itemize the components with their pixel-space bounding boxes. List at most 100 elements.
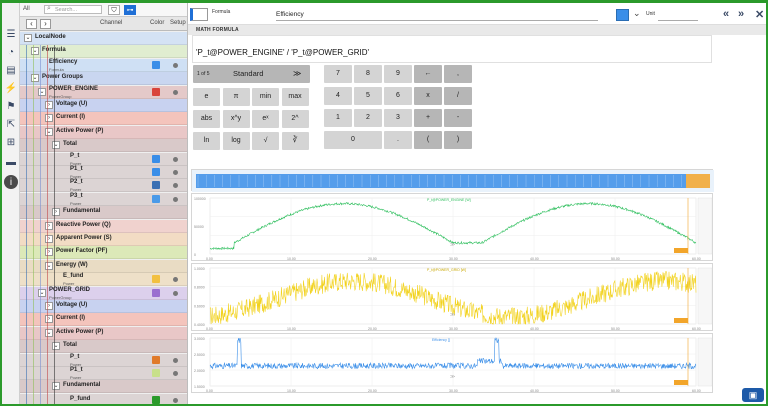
export-icon[interactable]: ⇱ (4, 117, 18, 131)
tree-row[interactable]: ⌄ Total (20, 340, 187, 354)
list-icon[interactable]: ☰ (4, 27, 18, 41)
chat-icon[interactable]: ▣ (742, 388, 764, 402)
setup-dot-icon[interactable] (173, 62, 178, 68)
tree-row[interactable]: P2_t Power (20, 179, 187, 193)
tree-row[interactable]: › Reactive Power (Q) (20, 219, 187, 233)
back-icon[interactable]: ‹ (26, 19, 37, 29)
tree-row[interactable]: ⌄ POWER_ENGINE PowerGroup (20, 85, 187, 99)
tree-row[interactable]: Efficiency Formula (20, 58, 187, 72)
keypad-key[interactable]: 7 (324, 65, 352, 83)
keypad-key[interactable]: 6 (384, 87, 412, 105)
keypad-mode-bar[interactable]: 1 of 5 Standard ≫ (193, 65, 310, 83)
collapse-left-icon[interactable]: « (723, 8, 729, 20)
filter-icon[interactable]: ⛉ (108, 5, 120, 15)
keypad-key[interactable]: ∛ (281, 132, 309, 150)
tree-row[interactable]: ⌄ Energy (W) (20, 259, 187, 273)
tree-row[interactable]: ⌄ Active Power (P) (20, 125, 187, 139)
keypad-key[interactable]: min (252, 88, 279, 106)
next-page-icon[interactable]: ≫ (293, 65, 301, 83)
keypad-key[interactable]: √ (252, 132, 279, 150)
setup-dot-icon[interactable] (173, 357, 178, 363)
channel-color-swatch[interactable] (152, 168, 160, 176)
info-icon[interactable]: i (4, 175, 18, 189)
keypad-key[interactable]: 2 (354, 109, 382, 127)
keypad-key[interactable]: max (281, 88, 309, 106)
setup-dot-icon[interactable] (173, 183, 178, 189)
channel-color-swatch[interactable] (152, 395, 160, 404)
setup-dot-icon[interactable] (173, 290, 178, 296)
expand-right-icon[interactable]: » (738, 8, 744, 20)
keypad-key[interactable]: 9 (384, 65, 412, 83)
flag-icon[interactable]: ⚑ (4, 99, 18, 113)
channel-color-swatch[interactable] (152, 181, 160, 190)
tree-row[interactable]: P3_t Power (20, 192, 187, 206)
tree-row[interactable]: ⌄ Fundamental (20, 380, 187, 394)
keypad-key[interactable]: 1 (324, 109, 352, 127)
all-filter[interactable]: All (23, 6, 30, 12)
channel-color-swatch[interactable] (152, 154, 160, 163)
tree-row[interactable]: P_t Power (20, 152, 187, 166)
formula-type-icon[interactable] (190, 8, 208, 21)
tree-row[interactable]: › Fundamental (20, 206, 187, 220)
gauge-icon[interactable]: ◔ (4, 45, 18, 59)
network-icon[interactable]: ⊞ (4, 135, 18, 149)
keypad-key[interactable]: x (414, 87, 442, 105)
tree-row[interactable]: › Current (I) (20, 112, 187, 126)
color-swatch[interactable] (616, 9, 629, 21)
forward-icon[interactable]: › (40, 19, 51, 29)
tree-row[interactable]: E_fund Power (20, 273, 187, 287)
chevron-down-icon[interactable]: ⌄ (24, 34, 32, 42)
keypad-key[interactable]: 4 (324, 87, 352, 105)
keypad-key[interactable]: - (444, 109, 472, 127)
chevron-down-icon[interactable]: ⌄ (633, 8, 641, 19)
tree-row[interactable]: › Apparent Power (S) (20, 233, 187, 246)
tree-row[interactable]: ⌄ Power Groups (20, 72, 187, 86)
tree-row[interactable]: › Voltage (U) (20, 99, 187, 112)
setup-dot-icon[interactable] (173, 277, 178, 283)
keypad-key[interactable]: 2^ (281, 110, 309, 128)
channel-color-swatch[interactable] (152, 87, 160, 96)
keypad-key[interactable]: 8 (354, 65, 382, 83)
tree-row[interactable]: › Voltage (U) (20, 300, 187, 313)
overview-strip[interactable] (191, 169, 714, 192)
tree-row[interactable]: P1_t Power (20, 166, 187, 179)
setup-dot-icon[interactable] (173, 371, 178, 376)
lightning-icon[interactable]: ⚡ (4, 81, 18, 95)
channel-color-swatch[interactable] (152, 194, 160, 203)
setup-dot-icon[interactable] (173, 397, 178, 403)
channel-color-swatch[interactable] (152, 275, 160, 284)
keypad-key[interactable]: ln (193, 132, 220, 150)
car-icon[interactable]: ▬ (4, 155, 18, 169)
keypad-key[interactable]: 3 (384, 109, 412, 127)
keypad-key[interactable]: x^y (222, 110, 250, 128)
tree-row[interactable]: P_fund (20, 393, 187, 404)
search-input[interactable]: Search... (44, 5, 102, 14)
setup-dot-icon[interactable] (173, 170, 178, 175)
name-field[interactable]: Efficiency (276, 10, 598, 21)
tree-row[interactable]: ⌄ Active Power (P) (20, 326, 187, 340)
chart-efficiency[interactable]: 3.0000 2.5000 2.0000 1.5000 0.00 10.00 20.00 30… (191, 333, 713, 393)
chart-engine-power[interactable]: 100000 50000 0 0.00 10.00 20.00 30.00 40.00 50.0… (191, 193, 713, 261)
formula-expression-input[interactable]: 'P_t@POWER_ENGINE' / 'P_t@POWER_GRID' (192, 35, 712, 63)
channel-color-swatch[interactable] (152, 369, 160, 377)
keypad-key[interactable]: 5 (354, 87, 382, 105)
tree-row[interactable]: ⌄ LocalNode (20, 32, 187, 45)
unit-field[interactable] (658, 10, 698, 21)
keypad-key[interactable]: / (444, 87, 472, 105)
keypad-key[interactable]: eˣ (252, 110, 279, 128)
tree-icon[interactable]: ⊶ (124, 5, 136, 15)
keypad-key[interactable]: . (384, 131, 412, 149)
setup-dot-icon[interactable] (173, 89, 178, 95)
keypad-key[interactable]: ) (444, 131, 472, 149)
setup-dot-icon[interactable] (173, 196, 178, 202)
tree-row[interactable]: ⌄Formula (20, 45, 187, 59)
keypad-key[interactable]: , (444, 65, 472, 83)
channel-color-swatch[interactable] (152, 60, 160, 69)
keypad-key[interactable]: e (193, 88, 220, 106)
tree-row[interactable]: ⌄ POWER_GRID PowerGroup (20, 286, 187, 300)
setup-dot-icon[interactable] (173, 156, 178, 162)
keypad-key[interactable]: π (222, 88, 250, 106)
tree-row[interactable]: › Power Factor (PF) (20, 246, 187, 260)
keypad-key[interactable]: + (414, 109, 442, 127)
tree-row[interactable]: P_t Power (20, 353, 187, 367)
